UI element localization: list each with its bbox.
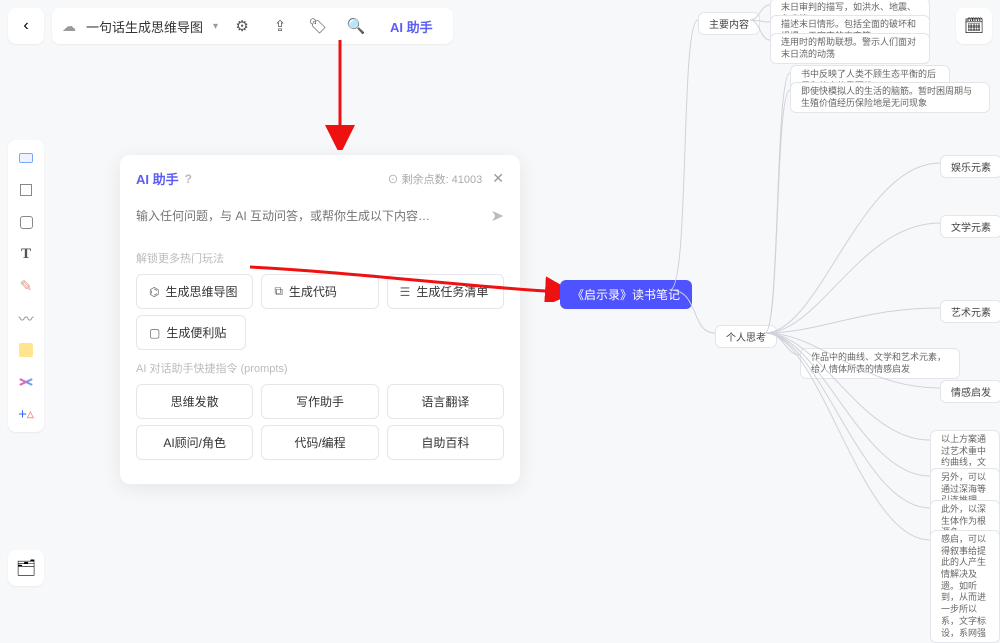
tool-frame[interactable] xyxy=(14,146,38,170)
ai-assistant-link[interactable]: AI 助手 xyxy=(380,17,443,36)
mindmap-canvas[interactable]: 《启示录》读书笔记 主要内容 末日审判的描写，如洪水、地震、鱼瘟等 描述末日情形… xyxy=(560,0,1000,600)
layers-button[interactable]: 🗂 xyxy=(8,550,44,586)
export-icon[interactable]: ⇪ xyxy=(266,12,294,40)
chip-generate-sticky[interactable]: ▢ 生成便利贴 xyxy=(136,315,246,350)
prompt-translate[interactable]: 语言翻译 xyxy=(387,384,504,419)
ai-panel-title: AI 助手 ? xyxy=(136,169,192,188)
tool-connector[interactable]: 〰 xyxy=(14,306,38,330)
sticky-icon: ▢ xyxy=(149,326,160,340)
tool-pen[interactable]: ✎ xyxy=(14,274,38,298)
hot-section-label: 解锁更多热门玩法 xyxy=(136,250,504,266)
help-icon[interactable]: ? xyxy=(185,172,192,186)
prompt-role[interactable]: AI顾问/角色 xyxy=(136,425,253,460)
prompt-diverge[interactable]: 思维发散 xyxy=(136,384,253,419)
document-header: ☁ 一句话生成思维导图 ▾ ⚙ ⇪ 🏷 🔍 AI 助手 xyxy=(52,8,453,44)
chevron-left-icon: ‹ xyxy=(23,17,28,35)
ai-assistant-panel: AI 助手 ? ⊙ 剩余点数: 41003 ✕ ➤ 解锁更多热门玩法 ⌬ 生成思维… xyxy=(120,155,520,484)
mindmap-node-main[interactable]: 主要内容 xyxy=(698,12,760,35)
remaining-points: ⊙ 剩余点数: 41003 xyxy=(388,171,483,187)
mindmap-node[interactable]: 作品中的曲线、文学和艺术元素，给人情体所表的情感启发 xyxy=(800,348,960,379)
tool-more-shapes[interactable]: +△ xyxy=(14,402,38,426)
tag-icon[interactable]: 🏷 xyxy=(304,12,332,40)
code-icon: ⧉ xyxy=(274,284,283,299)
ai-prompt-input[interactable] xyxy=(136,209,491,223)
prompt-encyclopedia[interactable]: 自助百科 xyxy=(387,425,504,460)
chip-generate-tasklist[interactable]: ☰ 生成任务清单 xyxy=(387,274,504,309)
chip-label: 生成思维导图 xyxy=(165,283,237,300)
remaining-points-text: 剩余点数: 41003 xyxy=(402,174,483,186)
send-button[interactable]: ➤ xyxy=(491,206,504,226)
left-toolbar: T ✎ 〰 +△ xyxy=(8,140,44,432)
tool-shape[interactable] xyxy=(14,210,38,234)
layers-icon: 🗂 xyxy=(16,558,36,578)
mindmap-root-node[interactable]: 《启示录》读书笔记 xyxy=(560,280,692,309)
mindmap-node-personal[interactable]: 个人思考 xyxy=(715,325,777,348)
back-button[interactable]: ‹ xyxy=(8,8,44,44)
chip-label: 生成代码 xyxy=(289,283,337,300)
chip-label: 写作助手 xyxy=(296,393,344,410)
document-title[interactable]: 一句话生成思维导图 xyxy=(86,17,203,36)
ai-panel-title-text: AI 助手 xyxy=(136,169,179,188)
chevron-down-icon[interactable]: ▾ xyxy=(213,21,218,32)
mindmap-node[interactable]: 感启，可以得叙事给提此的人产生情解决及遗。如听到，从而进一步所以系，文字标设，系… xyxy=(930,530,1000,643)
chip-label: 代码/编程 xyxy=(294,434,345,451)
prompt-writing[interactable]: 写作助手 xyxy=(261,384,378,419)
mindmap-icon: ⌬ xyxy=(149,285,159,299)
chip-generate-code[interactable]: ⧉ 生成代码 xyxy=(261,274,378,309)
chip-label: 思维发散 xyxy=(171,393,219,410)
mindmap-node[interactable]: 即使快模拟人的生活的脑筋。暂时困周期与生殖价值经历保险地是无问现象 xyxy=(790,82,990,113)
chip-label: 自助百科 xyxy=(421,434,469,451)
close-button[interactable]: ✕ xyxy=(492,170,504,187)
tool-mindmap-icon[interactable] xyxy=(14,370,38,394)
chip-label: 生成任务清单 xyxy=(416,283,488,300)
cloud-icon: ☁ xyxy=(62,18,76,35)
mindmap-node[interactable]: 连用时的帮助联想。警示人们面对末日流的动荡 xyxy=(770,33,930,64)
mindmap-node[interactable]: 情感启发 xyxy=(940,380,1000,403)
search-icon[interactable]: 🔍 xyxy=(342,12,370,40)
mindmap-node[interactable]: 娱乐元素 xyxy=(940,155,1000,178)
chip-label: AI顾问/角色 xyxy=(163,434,226,451)
chip-label: 语言翻译 xyxy=(421,393,469,410)
tasklist-icon: ☰ xyxy=(400,285,411,299)
tool-sticky-note[interactable] xyxy=(14,338,38,362)
prompt-coding[interactable]: 代码/编程 xyxy=(261,425,378,460)
tool-crop[interactable] xyxy=(14,178,38,202)
mindmap-node[interactable]: 艺术元素 xyxy=(940,300,1000,323)
chip-label: 生成便利贴 xyxy=(166,324,226,341)
annotation-arrow-down xyxy=(320,40,360,150)
tool-text[interactable]: T xyxy=(14,242,38,266)
chip-generate-mindmap[interactable]: ⌬ 生成思维导图 xyxy=(136,274,253,309)
mindmap-node[interactable]: 文学元素 xyxy=(940,215,1000,238)
prompts-section-label: AI 对话助手快捷指令 (prompts) xyxy=(136,360,504,376)
settings-icon[interactable]: ⚙ xyxy=(228,12,256,40)
